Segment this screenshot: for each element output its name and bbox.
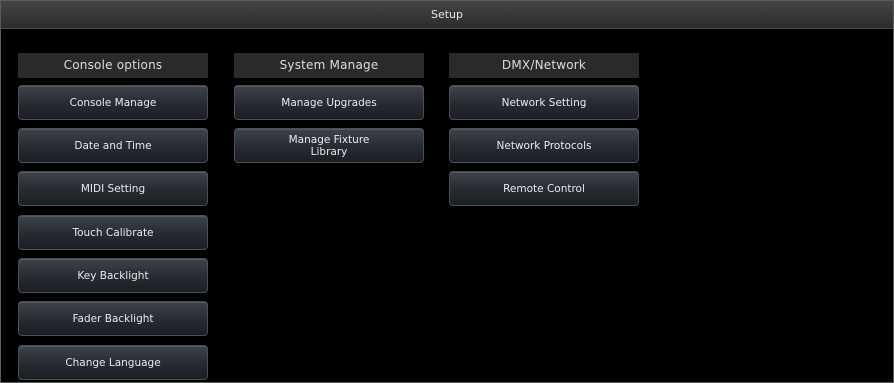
fader-backlight-button[interactable]: Fader Backlight <box>18 301 208 336</box>
console-manage-label: Console Manage <box>69 96 157 109</box>
remote-control-button[interactable]: Remote Control <box>449 171 639 206</box>
manage-upgrades-label: Manage Upgrades <box>281 96 377 109</box>
fader-backlight-label: Fader Backlight <box>72 312 154 325</box>
console-options-header: Console options <box>18 53 208 78</box>
midi-setting-label: MIDI Setting <box>80 182 146 195</box>
key-backlight-label: Key Backlight <box>77 269 149 282</box>
manage-fixture-library-label: Manage Fixture Library <box>288 133 370 158</box>
change-language-label: Change Language <box>65 356 161 369</box>
network-setting-label: Network Setting <box>501 96 587 109</box>
date-and-time-label: Date and Time <box>74 139 152 152</box>
network-protocols-button[interactable]: Network Protocols <box>449 128 639 163</box>
touch-calibrate-button[interactable]: Touch Calibrate <box>18 215 208 250</box>
remote-control-label: Remote Control <box>503 182 585 195</box>
touch-calibrate-label: Touch Calibrate <box>72 226 154 239</box>
setup-window: Setup Console options Console Manage Dat… <box>0 0 894 383</box>
network-setting-button[interactable]: Network Setting <box>449 85 639 120</box>
window-title: Setup <box>1 1 893 29</box>
console-manage-button[interactable]: Console Manage <box>18 85 208 120</box>
manage-upgrades-button[interactable]: Manage Upgrades <box>234 85 424 120</box>
dmx-network-header: DMX/Network <box>449 53 639 78</box>
network-protocols-label: Network Protocols <box>496 139 592 152</box>
key-backlight-button[interactable]: Key Backlight <box>18 258 208 293</box>
date-and-time-button[interactable]: Date and Time <box>18 128 208 163</box>
manage-fixture-library-button[interactable]: Manage Fixture Library <box>234 128 424 163</box>
midi-setting-button[interactable]: MIDI Setting <box>18 171 208 206</box>
system-manage-header: System Manage <box>234 53 424 78</box>
change-language-button[interactable]: Change Language <box>18 345 208 380</box>
